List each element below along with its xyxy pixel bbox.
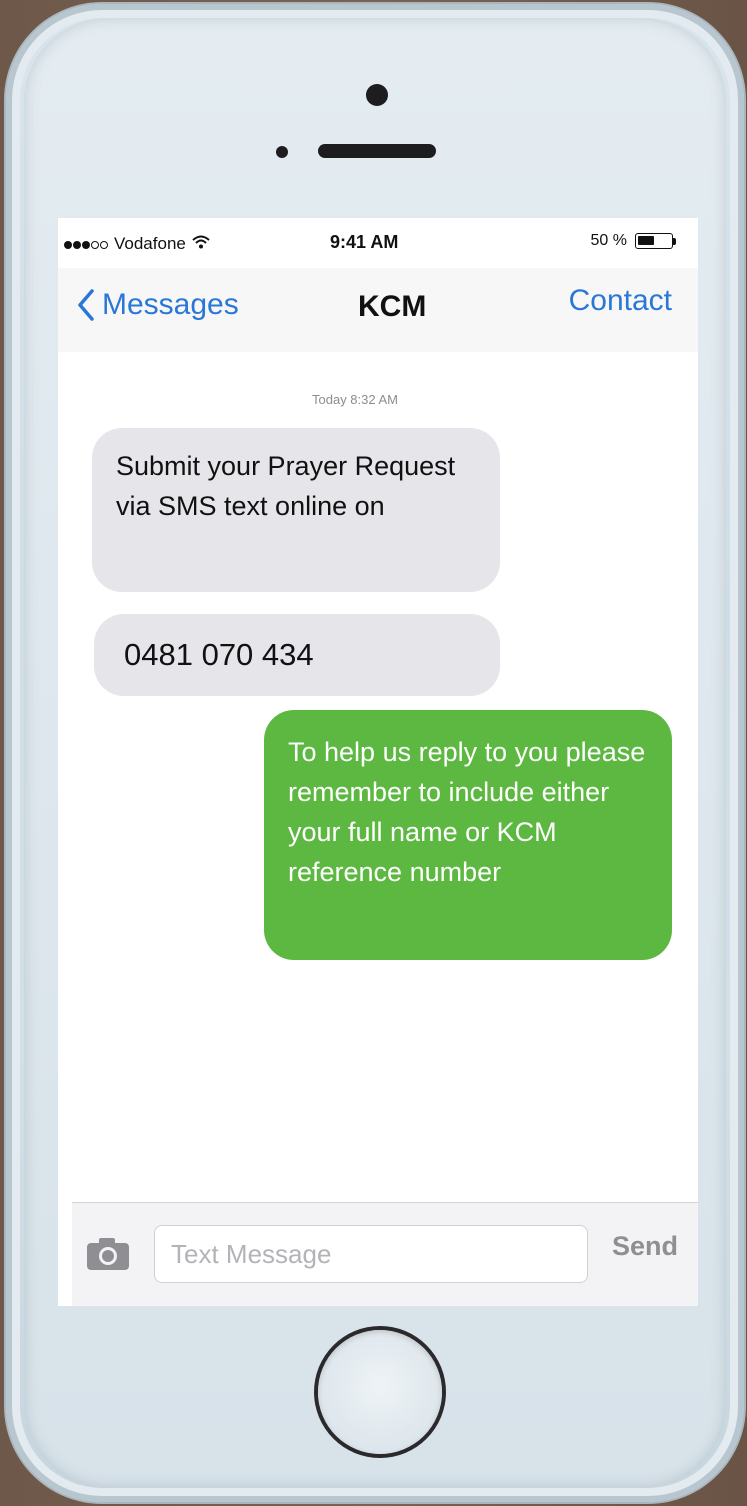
back-button[interactable]: Messages — [76, 288, 239, 322]
carrier-name: Vodafone — [114, 234, 186, 253]
navigation-bar: Messages KCM Contact — [58, 268, 698, 353]
message-input[interactable] — [154, 1225, 588, 1283]
signal-strength-icon — [64, 234, 109, 254]
send-button[interactable]: Send — [612, 1231, 678, 1262]
signal-dot — [73, 241, 81, 249]
back-label: Messages — [102, 288, 239, 321]
incoming-message-bubble[interactable]: 0481 070 434 — [94, 614, 500, 696]
battery-nub — [673, 237, 676, 245]
front-camera — [366, 84, 388, 106]
signal-dot — [82, 241, 90, 249]
signal-dot — [100, 241, 108, 249]
message-thread[interactable]: Today 8:32 AM Submit your Prayer Request… — [58, 352, 698, 1202]
signal-dot — [91, 241, 99, 249]
status-left: Vodafone — [64, 234, 210, 254]
battery-fill — [638, 236, 654, 245]
outgoing-message-bubble[interactable]: To help us reply to you please remember … — [264, 710, 672, 960]
proximity-sensor — [276, 146, 288, 158]
background: Vodafone 9:41 AM 50 % Messages KCM Conta… — [0, 0, 747, 1506]
battery-icon — [635, 233, 673, 249]
conversation-title: KCM — [358, 290, 427, 323]
status-battery: 50 % — [591, 232, 676, 250]
incoming-message-bubble[interactable]: Submit your Prayer Request via SMS text … — [92, 428, 500, 592]
camera-button[interactable] — [86, 1237, 130, 1271]
camera-icon — [87, 1238, 129, 1270]
chevron-left-icon — [78, 289, 94, 321]
message-composer: Send — [72, 1202, 698, 1306]
status-bar: Vodafone 9:41 AM 50 % — [58, 218, 698, 268]
earpiece-speaker — [318, 144, 436, 158]
battery-percent: 50 % — [590, 232, 627, 249]
status-time: 9:41 AM — [330, 232, 399, 252]
contact-button[interactable]: Contact — [569, 284, 672, 318]
home-button[interactable] — [318, 1330, 442, 1454]
signal-dot — [64, 241, 72, 249]
phone-screen: Vodafone 9:41 AM 50 % Messages KCM Conta… — [58, 218, 698, 1306]
thread-timestamp: Today 8:32 AM — [312, 392, 398, 407]
wifi-icon — [192, 235, 210, 254]
